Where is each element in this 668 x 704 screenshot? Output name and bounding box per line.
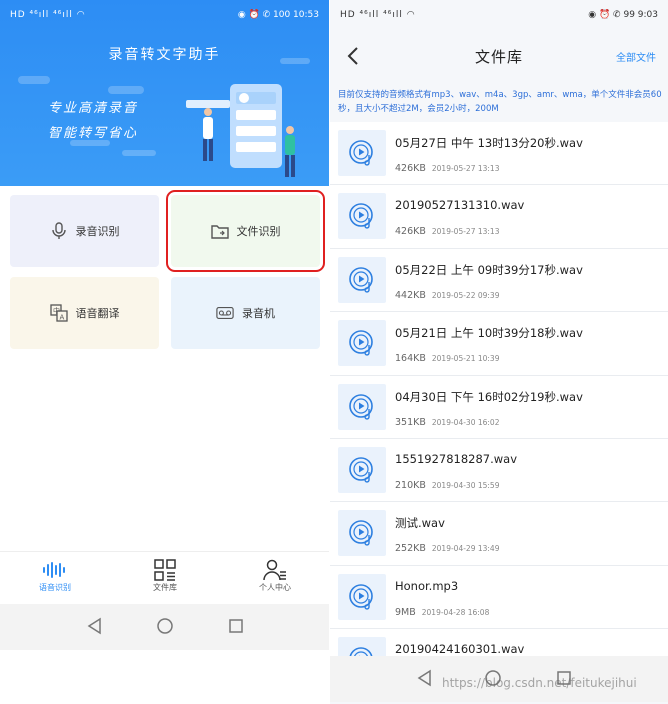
svg-text:A: A: [59, 314, 64, 322]
file-row[interactable]: Honor.mp3 9MB 2019-04-28 16:08: [330, 565, 668, 630]
status-bar: HD ⁴⁶ıll ⁴⁶ıll ◠ ◉ ⏰ ✆ 100 10:53: [0, 0, 329, 32]
tab-file-library[interactable]: 文件库: [125, 558, 205, 593]
file-meta: 426KB 2019-05-27 13:13: [395, 226, 499, 237]
file-meta: 210KB 2019-04-30 15:59: [395, 480, 499, 491]
file-name: 05月21日 上午 10时39分18秒.wav: [395, 326, 583, 341]
file-date: 2019-04-29 13:49: [431, 544, 500, 554]
file-row[interactable]: 05月21日 上午 10时39分18秒.wav 164KB 2019-05-21 1…: [330, 312, 668, 376]
card-label: 录音识别: [75, 225, 120, 238]
file-meta: 252KB 2019-04-29 13:49: [395, 543, 499, 554]
file-size: 426KB: [395, 226, 426, 238]
file-date: 2019-05-22 09:39: [431, 290, 500, 300]
file-size: 9MB: [395, 606, 416, 618]
file-date: 2019-04-30 15:59: [431, 480, 500, 490]
file-size: 164KB: [395, 353, 426, 365]
audio-file-icon: [338, 320, 386, 367]
file-name: Honor.mp3: [395, 578, 459, 593]
file-size: 426KB: [395, 163, 426, 174]
home-screen: 录音转文字助手 专业高清录音 智能转写省心 HD ⁴⁶ıll ⁴⁶ıll ◠ ◉…: [0, 0, 329, 704]
file-date: 2019-05-27 13:13: [431, 164, 500, 173]
tab-label: 语音识别: [39, 583, 71, 592]
card-record-recognition[interactable]: 录音识别: [10, 195, 159, 267]
card-file-recognition[interactable]: 文件识别: [166, 190, 325, 272]
file-meta: 442KB 2019-05-22 09:39: [395, 290, 499, 301]
waveform-icon: [15, 558, 95, 582]
file-row[interactable]: 测试.wav 252KB 2019-04-29 13:49: [330, 502, 668, 566]
file-meta: 164KB 2019-05-21 10:39: [395, 353, 499, 364]
tab-voice-recognition[interactable]: 语音识别: [15, 558, 95, 593]
file-date: 2019-04-30 16:02: [431, 417, 500, 427]
status-bar: HD ⁴⁶ıll ⁴⁶ıll ◠ ◉ ⏰ ✆ 99 9:03: [330, 0, 668, 32]
status-right: ◉ ⏰ ✆ 100 10:53: [237, 10, 319, 20]
recents-square-icon[interactable]: [228, 617, 244, 635]
card-recorder[interactable]: 录音机: [171, 277, 320, 349]
card-label: 语音翻译: [75, 307, 120, 320]
grid-list-icon: [125, 558, 205, 582]
slogan-line-2: 智能转写省心: [48, 126, 139, 141]
file-library-screen: HD ⁴⁶ıll ⁴⁶ıll ◠ ◉ ⏰ ✆ 99 9:03 文件库 全部文件 …: [330, 0, 668, 704]
file-date: 2019-05-21 10:39: [431, 354, 500, 364]
watermark: https://blog.csdn.net/feitukejihui: [442, 676, 637, 690]
file-name: 1551927818287.wav: [395, 451, 518, 466]
file-meta: 426KB 2019-05-27 13:13: [395, 163, 499, 174]
system-nav-bar: [0, 604, 329, 650]
file-meta: 351KB 2019-04-30 16:02: [395, 417, 499, 428]
audio-file-icon: [338, 130, 386, 176]
audio-file-icon: [338, 383, 386, 430]
file-row[interactable]: 05月27日 中午 13时13分20秒.wav 426KB 2019-05-27 1…: [330, 122, 668, 186]
tab-personal-center[interactable]: 个人中心: [235, 558, 315, 593]
translate-icon: 中A: [49, 304, 68, 322]
tab-label: 个人中心: [259, 583, 291, 592]
file-meta: 9MB 2019-04-28 16:08: [395, 607, 489, 618]
file-row[interactable]: 20190527131310.wav 426KB 2019-05-27 13:13: [330, 185, 668, 249]
file-name: 05月22日 上午 09时39分17秒.wav: [395, 262, 583, 277]
bottom-nav: 语音识别 文件库 个人中心: [0, 551, 329, 604]
file-row[interactable]: 04月30日 下午 16时02分19秒.wav 351KB 2019-04-30 1…: [330, 375, 668, 439]
all-files-link[interactable]: 全部文件: [616, 49, 656, 64]
file-name: 04月30日 下午 16时02分19秒.wav: [395, 389, 583, 404]
file-list: 05月27日 中午 13时13分20秒.wav 426KB 2019-05-27 1…: [330, 122, 668, 693]
audio-file-icon: [338, 573, 386, 620]
back-triangle-icon[interactable]: [416, 669, 432, 687]
folder-icon: [210, 222, 229, 240]
file-row[interactable]: 1551927818287.wav 210KB 2019-04-30 15:59: [330, 438, 668, 503]
supported-formats-hint: 目前仅支持的音频格式有mp3、wav、m4a、3gp、amr、wma，单个文件非…: [338, 90, 662, 114]
file-size: 442KB: [395, 289, 426, 301]
status-left: HD ⁴⁶ıll ⁴⁶ıll ◠: [340, 10, 416, 20]
home-circle-icon[interactable]: [156, 617, 174, 635]
card-label: 录音机: [242, 307, 275, 320]
slogan-line-1: 专业高清录音: [48, 101, 139, 116]
file-name: 20190424160301.wav: [395, 642, 525, 657]
back-triangle-icon[interactable]: [86, 617, 102, 635]
card-label: 文件识别: [236, 225, 281, 238]
audio-file-icon: [338, 446, 386, 493]
file-date: 2019-05-27 13:13: [431, 227, 500, 237]
tab-label: 文件库: [153, 583, 177, 592]
card-voice-translate[interactable]: 中A 语音翻译: [10, 277, 159, 349]
banner-illustration: [186, 84, 295, 177]
microphone-icon: [50, 222, 68, 240]
file-size: 210KB: [395, 479, 426, 491]
file-name: 05月27日 中午 13时13分20秒.wav: [395, 136, 583, 150]
user-icon: [235, 558, 315, 582]
file-name: 测试.wav: [395, 516, 445, 531]
file-row[interactable]: 05月22日 上午 09时39分17秒.wav 442KB 2019-05-22 0…: [330, 248, 668, 313]
audio-file-icon: [338, 510, 386, 557]
file-size: 351KB: [395, 416, 426, 428]
file-name: 20190527131310.wav: [395, 198, 525, 213]
recorder-icon: [216, 304, 234, 322]
header: 文件库 全部文件: [330, 32, 668, 82]
audio-file-icon: [338, 193, 386, 240]
status-left: HD ⁴⁶ıll ⁴⁶ıll ◠: [10, 10, 86, 20]
file-size: 252KB: [395, 543, 426, 555]
audio-file-icon: [338, 256, 386, 303]
file-date: 2019-04-28 16:08: [421, 607, 490, 617]
app-title: 录音转文字助手: [108, 47, 221, 63]
status-right: ◉ ⏰ ✆ 99 9:03: [588, 10, 658, 20]
